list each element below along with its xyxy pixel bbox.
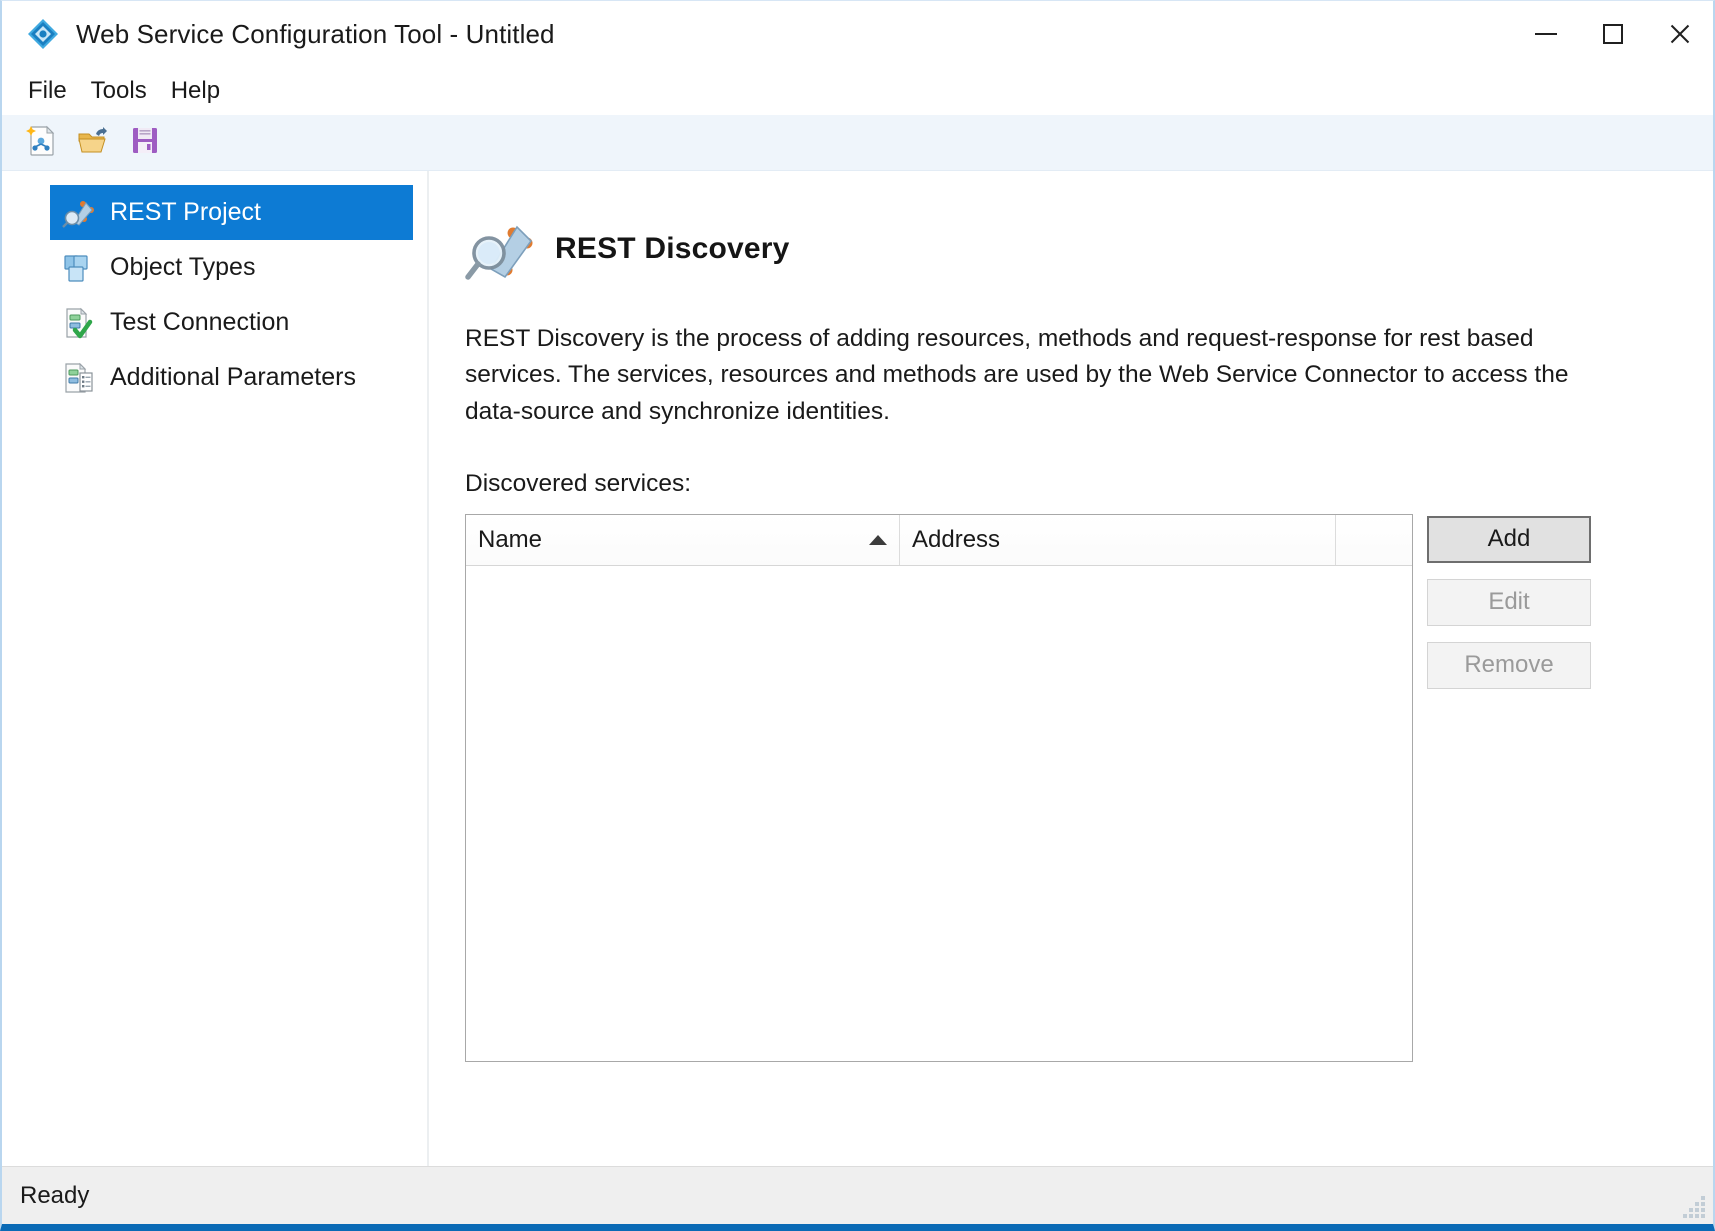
discovered-services-label: Discovered services:: [465, 469, 692, 497]
sidebar-item-label: REST Project: [110, 198, 261, 226]
test-connection-icon: [60, 305, 96, 341]
status-bar: Ready: [2, 1166, 1713, 1224]
discovered-services-listview[interactable]: Name Address: [465, 513, 1413, 1062]
menu-bar: File Tools Help: [2, 67, 1713, 115]
sidebar-item-additional-parameters[interactable]: Additional Parameters: [50, 350, 413, 405]
maximize-icon: [1602, 24, 1623, 44]
title-bar: Web Service Configuration Tool - Untitle…: [2, 1, 1713, 67]
rest-project-icon: [60, 195, 96, 231]
sort-ascending-icon: [869, 534, 887, 545]
sidebar-item-label: Object Types: [110, 253, 256, 281]
sidebar: REST Project Object Types Test Connectio…: [2, 171, 429, 1166]
page-description: REST Discovery is the process of adding …: [465, 325, 1569, 425]
minimize-icon: [1534, 33, 1557, 35]
menu-item-file[interactable]: File: [16, 74, 79, 108]
column-header-name[interactable]: Name: [466, 514, 900, 565]
services-row: Name Address Add Edit Remove: [465, 513, 1699, 1062]
listview-header: Name Address: [466, 514, 1412, 566]
new-document-icon: [24, 123, 58, 162]
remove-button[interactable]: Remove: [1427, 641, 1591, 689]
content-panel: REST Discovery REST Discovery is the pro…: [429, 171, 1713, 1166]
save-button[interactable]: [122, 121, 168, 165]
open-button[interactable]: [70, 121, 116, 165]
status-text: Ready: [20, 1181, 90, 1209]
open-folder-icon: [76, 123, 110, 162]
add-button[interactable]: Add: [1427, 515, 1591, 563]
close-icon: [1668, 22, 1692, 46]
additional-parameters-icon: [60, 360, 96, 396]
column-header-address[interactable]: Address: [900, 514, 1336, 565]
services-button-column: Add Edit Remove: [1427, 514, 1591, 705]
edit-button[interactable]: Edit: [1427, 578, 1591, 626]
body-split: REST Project Object Types Test Connectio…: [2, 171, 1713, 1166]
menu-item-tools[interactable]: Tools: [79, 74, 159, 108]
page-header: REST Discovery: [465, 213, 1699, 285]
rest-discovery-icon: [465, 213, 537, 285]
object-types-icon: [60, 250, 96, 286]
maximize-button[interactable]: [1579, 1, 1646, 67]
column-header-filler[interactable]: [1336, 514, 1412, 565]
save-floppy-icon: [128, 123, 162, 162]
menu-item-help[interactable]: Help: [159, 74, 232, 108]
column-header-label: Name: [478, 525, 543, 553]
sidebar-item-label: Additional Parameters: [110, 363, 356, 391]
window-title: Web Service Configuration Tool - Untitle…: [76, 18, 555, 49]
diamond-app-icon: [26, 17, 60, 51]
sidebar-item-object-types[interactable]: Object Types: [50, 240, 413, 295]
resize-grip-icon[interactable]: [1681, 1196, 1705, 1218]
window-controls: [1512, 1, 1713, 67]
column-header-label: Address: [912, 525, 1001, 553]
sidebar-item-test-connection[interactable]: Test Connection: [50, 295, 413, 350]
application-window: Web Service Configuration Tool - Untitle…: [0, 0, 1715, 1231]
close-button[interactable]: [1646, 1, 1713, 67]
sidebar-item-rest-project[interactable]: REST Project: [50, 185, 413, 240]
new-button[interactable]: [18, 121, 64, 165]
toolbar: [2, 115, 1713, 171]
listview-body[interactable]: [466, 565, 1412, 1061]
sidebar-item-label: Test Connection: [110, 308, 290, 336]
page-title: REST Discovery: [555, 232, 790, 265]
minimize-button[interactable]: [1512, 1, 1579, 67]
